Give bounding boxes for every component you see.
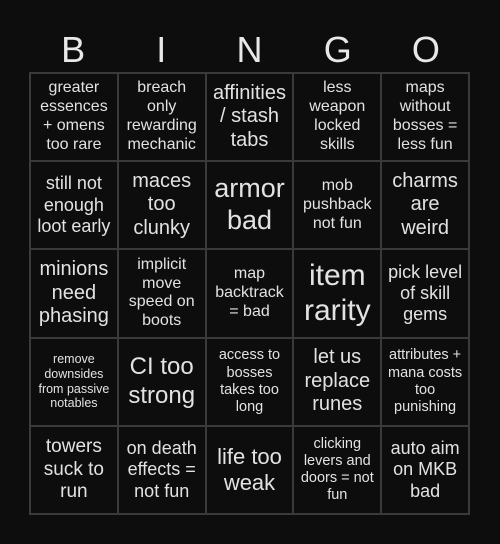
bingo-header: B I N G O — [29, 28, 470, 72]
bingo-cell-r3c2[interactable]: implicit move speed on boots — [117, 249, 206, 338]
bingo-cell-r2c5[interactable]: charms are weird — [381, 161, 469, 250]
cell-text: armor bad — [214, 173, 285, 236]
bingo-cell-r4c2[interactable]: CI too strong — [117, 337, 206, 426]
bingo-cell-r4c3[interactable]: access to bosses takes too long — [205, 337, 294, 426]
header-letter-b: B — [61, 29, 86, 70]
header-letter-g: G — [323, 29, 352, 70]
bingo-cell-r5c5[interactable]: auto aim on MKB bad — [381, 425, 469, 514]
cell-text: CI too strong — [128, 353, 196, 409]
bingo-cell-r3c3[interactable]: map backtrack = bad — [205, 249, 294, 338]
bingo-cell-r3c1[interactable]: minions need phasing — [30, 249, 118, 338]
bingo-cell-r2c1[interactable]: still not enough loot early — [30, 161, 118, 250]
cell-text: towers suck to run — [43, 436, 104, 503]
bingo-cell-r3c5[interactable]: pick level of skill gems — [381, 249, 469, 338]
cell-text: clicking levers and doors = not fun — [300, 435, 374, 503]
bingo-cell-r2c2[interactable]: maces too clunky — [117, 161, 206, 250]
bingo-cell-r1c3[interactable]: affinities / stash tabs — [205, 73, 294, 162]
cell-text: still not enough loot early — [37, 173, 111, 236]
bingo-cell-r2c4[interactable]: mob pushback not fun — [293, 161, 382, 250]
cell-text: life too weak — [217, 443, 282, 495]
bingo-cell-r5c3[interactable]: life too weak — [205, 425, 294, 514]
cell-text: less weapon locked skills — [309, 79, 366, 153]
bingo-cell-r1c4[interactable]: less weapon locked skills — [293, 73, 382, 162]
cell-text: on death effects = not fun — [126, 438, 197, 501]
cell-text: item rarity — [303, 259, 371, 328]
bingo-cell-r4c1[interactable]: remove downsides from passive notables — [30, 337, 118, 426]
cell-text: auto aim on MKB bad — [390, 438, 460, 501]
bingo-board: greater essences + omens too rare breach… — [29, 72, 470, 515]
cell-text: remove downsides from passive notables — [38, 352, 110, 411]
bingo-cell-r4c5[interactable]: attributes + mana costs too punishing — [381, 337, 469, 426]
cell-text: greater essences + omens too rare — [40, 79, 108, 153]
cell-text: let us replace runes — [304, 346, 371, 416]
bingo-cell-r2c3[interactable]: armor bad — [205, 161, 294, 250]
cell-text: minions need phasing — [38, 258, 109, 328]
cell-text: map backtrack = bad — [215, 265, 284, 320]
header-letter-i: I — [156, 29, 167, 70]
cell-text: implicit move speed on boots — [128, 255, 195, 330]
bingo-cell-r5c1[interactable]: towers suck to run — [30, 425, 118, 514]
cell-text: charms are weird — [392, 169, 458, 240]
bingo-cell-r1c2[interactable]: breach only rewarding mechanic — [117, 73, 206, 162]
cell-text: attributes + mana costs too punishing — [388, 347, 463, 415]
bingo-cell-r1c1[interactable]: greater essences + omens too rare — [30, 73, 118, 162]
header-letter-n: N — [236, 29, 263, 70]
bingo-cell-r4c4[interactable]: let us replace runes — [293, 337, 382, 426]
cell-text: mob pushback not fun — [303, 176, 372, 232]
cell-text: breach only rewarding mechanic — [126, 79, 197, 153]
bingo-cell-r5c4[interactable]: clicking levers and doors = not fun — [293, 425, 382, 514]
header-letter-o: O — [411, 29, 440, 70]
bingo-cell-r3c4[interactable]: item rarity — [293, 249, 382, 338]
cell-text: affinities / stash tabs — [212, 81, 286, 151]
bingo-cell-r5c2[interactable]: on death effects = not fun — [117, 425, 206, 514]
bingo-cell-r1c5[interactable]: maps without bosses = less fun — [381, 73, 469, 162]
cell-text: maps without bosses = less fun — [392, 79, 458, 153]
cell-text: access to bosses takes too long — [218, 347, 281, 415]
cell-text: pick level of skill gems — [388, 261, 463, 325]
cell-text: maces too clunky — [132, 169, 192, 240]
